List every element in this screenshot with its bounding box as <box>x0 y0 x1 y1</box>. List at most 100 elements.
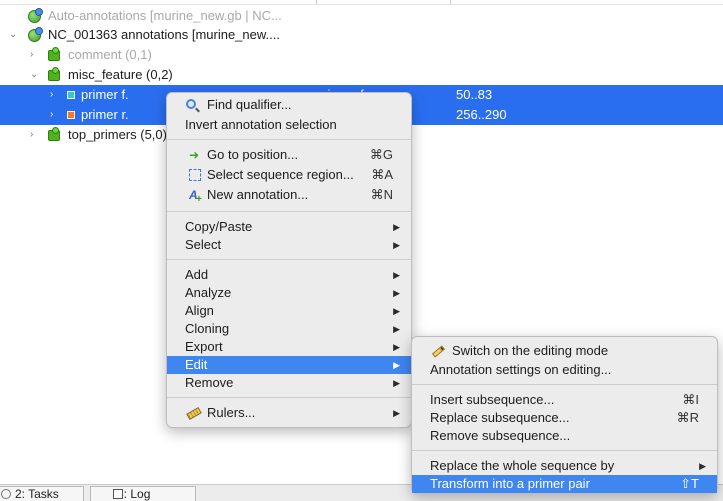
menu-item-label: Copy/Paste <box>185 219 253 234</box>
menu-item-new-annotation[interactable]: A New annotation... ⌘N <box>167 186 411 206</box>
sequence-object-icon <box>28 8 43 23</box>
menu-item-label: Remove subsequence... <box>430 428 571 443</box>
chevron-down-icon[interactable]: ⌄ <box>9 25 17 45</box>
submenu-arrow-icon: ▶ <box>393 288 400 298</box>
menu-shortcut: ⇧T <box>680 476 699 491</box>
menu-item-label: Select sequence region... <box>207 167 354 182</box>
menu-item-label: Select <box>185 237 222 252</box>
context-menu: Find qualifier... Invert annotation sele… <box>166 92 412 428</box>
tree-row-label: top_primers (5,0) <box>68 127 167 142</box>
submenu-arrow-icon: ▶ <box>393 378 400 388</box>
annotation-group-icon <box>48 47 60 61</box>
menu-item-transform-primer-pair[interactable]: Transform into a primer pair ⇧T <box>412 475 717 493</box>
annotation-location: 50..83 <box>456 87 493 102</box>
tree-row-label: NC_001363 annotations [murine_new.... <box>48 27 280 42</box>
menu-item-rulers[interactable]: Rulers... ▶ <box>167 404 411 422</box>
menu-item-label: Align <box>185 303 214 318</box>
column-header-strip <box>0 0 723 5</box>
menu-item-label: Analyze <box>185 285 232 300</box>
tasks-icon <box>1 489 11 499</box>
chevron-right-icon[interactable]: › <box>30 45 33 65</box>
menu-item-switch-editing-mode[interactable]: Switch on the editing mode <box>412 342 717 360</box>
menu-item-go-to-position[interactable]: ➜ Go to position... ⌘G <box>167 146 411 164</box>
menu-item-label: Insert subsequence... <box>430 392 555 407</box>
tree-row-misc-feature[interactable]: ⌄ misc_feature (0,2) <box>0 65 723 85</box>
sequence-object-icon <box>28 27 43 42</box>
menu-item-label: Transform into a primer pair <box>430 476 590 491</box>
submenu-arrow-icon: ▶ <box>393 240 400 250</box>
tree-row-auto-annotations[interactable]: Auto-annotations [murine_new.gb | NC... <box>0 6 723 26</box>
menu-item-remove[interactable]: Remove ▶ <box>167 374 411 392</box>
pencil-icon <box>431 345 446 358</box>
menu-item-annotation-settings[interactable]: Annotation settings on editing... <box>412 361 717 379</box>
arrow-right-icon: ➜ <box>189 148 200 162</box>
submenu-arrow-icon: ▶ <box>393 360 400 370</box>
annotation-color-marker <box>67 111 75 119</box>
menu-item-select-sequence-region[interactable]: Select sequence region... ⌘A <box>167 166 411 184</box>
menu-item-label: Cloning <box>185 321 230 336</box>
submenu-arrow-icon: ▶ <box>393 222 400 232</box>
tree-row-label: misc_feature (0,2) <box>68 67 173 82</box>
menu-item-label: New annotation... <box>207 187 309 202</box>
tree-row-label: primer f. <box>81 87 129 102</box>
submenu-arrow-icon: ▶ <box>393 270 400 280</box>
menu-item-select[interactable]: Select ▶ <box>167 236 411 254</box>
menu-item-label: Invert annotation selection <box>185 117 337 132</box>
menu-item-label: Edit <box>185 357 208 372</box>
menu-item-edit[interactable]: Edit ▶ <box>167 356 411 374</box>
menu-separator <box>412 450 717 451</box>
chevron-right-icon[interactable]: › <box>50 105 53 125</box>
menu-item-align[interactable]: Align ▶ <box>167 302 411 320</box>
menu-item-replace-whole-sequence[interactable]: Replace the whole sequence by ▶ <box>412 457 717 475</box>
tab-log[interactable]: 3: Log <box>90 486 196 501</box>
menu-separator <box>167 139 411 140</box>
menu-item-cloning[interactable]: Cloning ▶ <box>167 320 411 338</box>
menu-shortcut: ⌘R <box>676 410 699 425</box>
annotation-group-icon <box>48 127 60 141</box>
menu-item-label: Export <box>185 339 223 354</box>
menu-item-export[interactable]: Export ▶ <box>167 338 411 356</box>
menu-item-analyze[interactable]: Analyze ▶ <box>167 284 411 302</box>
menu-separator <box>412 384 717 385</box>
tree-row-label: comment (0,1) <box>68 47 152 62</box>
menu-shortcut: ⌘I <box>682 392 699 407</box>
chevron-down-icon[interactable]: ⌄ <box>30 65 38 85</box>
menu-shortcut: ⌘N <box>370 187 393 202</box>
menu-item-label: Find qualifier... <box>207 97 292 112</box>
menu-item-invert-selection[interactable]: Invert annotation selection <box>167 116 411 134</box>
annotation-location: 256..290 <box>456 107 507 122</box>
menu-item-label: Replace the whole sequence by <box>430 458 615 473</box>
ruler-icon <box>186 406 202 421</box>
annotation-group-icon <box>48 67 60 81</box>
menu-item-add[interactable]: Add ▶ <box>167 266 411 284</box>
menu-item-label: Rulers... <box>207 405 256 420</box>
menu-item-remove-subsequence[interactable]: Remove subsequence... <box>412 427 717 445</box>
submenu-arrow-icon: ▶ <box>393 408 400 418</box>
select-region-icon <box>189 169 201 181</box>
menu-item-find-qualifier[interactable]: Find qualifier... <box>167 96 411 114</box>
menu-item-insert-subsequence[interactable]: Insert subsequence... ⌘I <box>412 391 717 409</box>
menu-item-label: Switch on the editing mode <box>452 343 609 358</box>
tree-row-comment[interactable]: › comment (0,1) <box>0 45 723 65</box>
menu-separator <box>167 397 411 398</box>
chevron-right-icon[interactable]: › <box>30 125 33 145</box>
menu-shortcut: ⌘A <box>371 167 393 182</box>
tree-row-nc001363-annotations[interactable]: ⌄ NC_001363 annotations [murine_new.... <box>0 25 723 45</box>
menu-separator <box>167 259 411 260</box>
menu-item-copy-paste[interactable]: Copy/Paste ▶ <box>167 218 411 236</box>
tree-row-label: primer r. <box>81 107 129 122</box>
submenu-arrow-icon: ▶ <box>393 324 400 334</box>
tree-row-label: Auto-annotations [murine_new.gb | NC... <box>48 8 282 23</box>
menu-item-label: Annotation settings on editing... <box>430 362 612 377</box>
menu-item-label: Go to position... <box>207 147 299 162</box>
chevron-right-icon[interactable]: › <box>50 85 53 105</box>
tab-tasks[interactable]: 2: Tasks <box>0 486 84 501</box>
menu-shortcut: ⌘G <box>369 147 393 162</box>
submenu-arrow-icon: ▶ <box>393 306 400 316</box>
menu-item-replace-subsequence[interactable]: Replace subsequence... ⌘R <box>412 409 717 427</box>
annotation-color-marker <box>67 91 75 99</box>
log-icon <box>113 489 123 499</box>
edit-submenu: Switch on the editing mode Annotation se… <box>411 336 718 494</box>
menu-item-label: Remove <box>185 375 234 390</box>
menu-separator <box>167 211 411 212</box>
